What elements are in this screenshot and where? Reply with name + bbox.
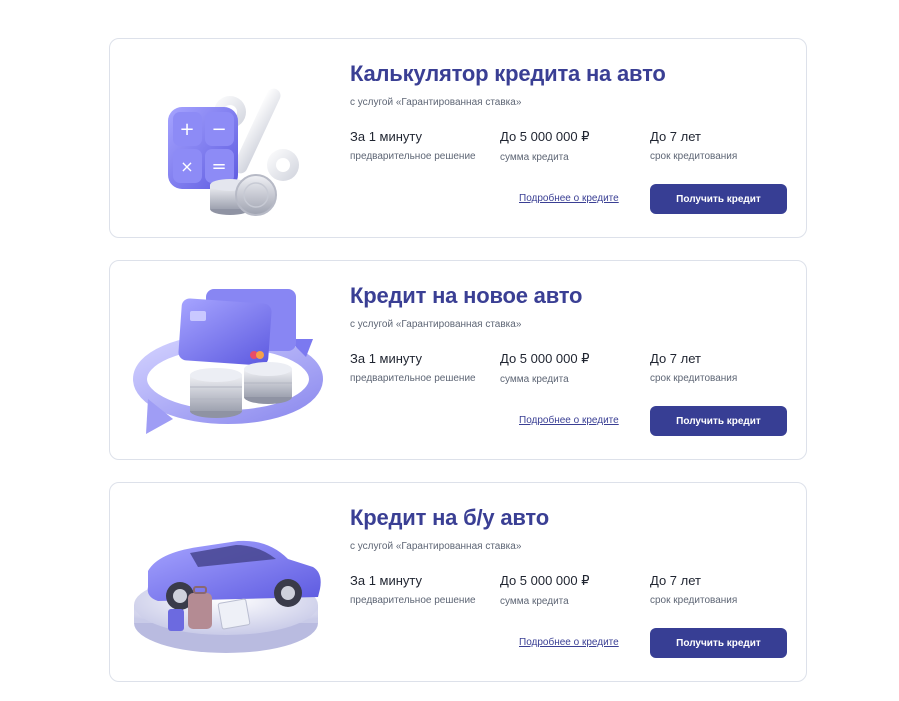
feature-credit-amount: До 5 000 000 ₽ сумма кредита (500, 351, 590, 385)
more-about-credit-link[interactable]: Подробнее о кредите (519, 193, 619, 204)
feature-label: сумма кредита (500, 596, 569, 607)
credit-card-new-car: Кредит на новое авто с услугой «Гарантир… (109, 260, 807, 460)
feature-label: срок кредитования (650, 151, 738, 162)
feature-label: предварительное решение (350, 595, 476, 606)
card-title: Кредит на новое авто (350, 283, 583, 308)
feature-credit-term: До 7 лет срок кредитования (650, 129, 737, 162)
more-about-credit-link[interactable]: Подробнее о кредите (519, 637, 619, 648)
svg-text:=: = (211, 156, 226, 177)
svg-text:+: + (179, 119, 194, 140)
svg-text:−: − (211, 119, 226, 140)
card-subtitle: с услугой «Гарантированная ставка» (350, 541, 522, 552)
get-credit-button[interactable]: Получить кредит (650, 406, 787, 436)
get-credit-button[interactable]: Получить кредит (650, 628, 787, 658)
feature-label: сумма кредита (500, 374, 569, 385)
more-about-credit-link[interactable]: Подробнее о кредите (519, 415, 619, 426)
feature-label: срок кредитования (650, 595, 738, 606)
feature-label: предварительное решение (350, 151, 476, 162)
credit-card-used-car: Кредит на б/у авто с услугой «Гарантиров… (109, 482, 807, 682)
feature-decision-time: За 1 минуту предварительное решение (350, 129, 476, 162)
cards-coins-illustration (128, 279, 328, 444)
card-title: Калькулятор кредита на авто (350, 61, 666, 86)
feature-value: До 7 лет (650, 573, 701, 588)
feature-value: До 5 000 000 ₽ (500, 573, 590, 588)
feature-label: срок кредитования (650, 373, 738, 384)
car-illustration (128, 501, 328, 666)
feature-value: До 5 000 000 ₽ (500, 351, 590, 366)
feature-label: предварительное решение (350, 373, 476, 384)
feature-credit-amount: До 5 000 000 ₽ сумма кредита (500, 129, 590, 163)
feature-credit-amount: До 5 000 000 ₽ сумма кредита (500, 573, 590, 607)
feature-value: За 1 минуту (350, 573, 423, 588)
calculator-illustration: + − × = (128, 57, 328, 222)
feature-credit-term: До 7 лет срок кредитования (650, 573, 737, 606)
card-subtitle: с услугой «Гарантированная ставка» (350, 319, 522, 330)
svg-text:×: × (180, 157, 193, 176)
feature-decision-time: За 1 минуту предварительное решение (350, 573, 476, 606)
feature-value: За 1 минуту (350, 129, 423, 144)
feature-label: сумма кредита (500, 152, 569, 163)
feature-decision-time: За 1 минуту предварительное решение (350, 351, 476, 384)
feature-value: До 7 лет (650, 129, 701, 144)
feature-credit-term: До 7 лет срок кредитования (650, 351, 737, 384)
credit-card-calculator: + − × = Калькулятор кредита на авто с ус… (109, 38, 807, 238)
card-title: Кредит на б/у авто (350, 505, 549, 530)
feature-value: За 1 минуту (350, 351, 423, 366)
get-credit-button[interactable]: Получить кредит (650, 184, 787, 214)
feature-value: До 5 000 000 ₽ (500, 129, 590, 144)
card-subtitle: с услугой «Гарантированная ставка» (350, 97, 522, 108)
feature-value: До 7 лет (650, 351, 701, 366)
